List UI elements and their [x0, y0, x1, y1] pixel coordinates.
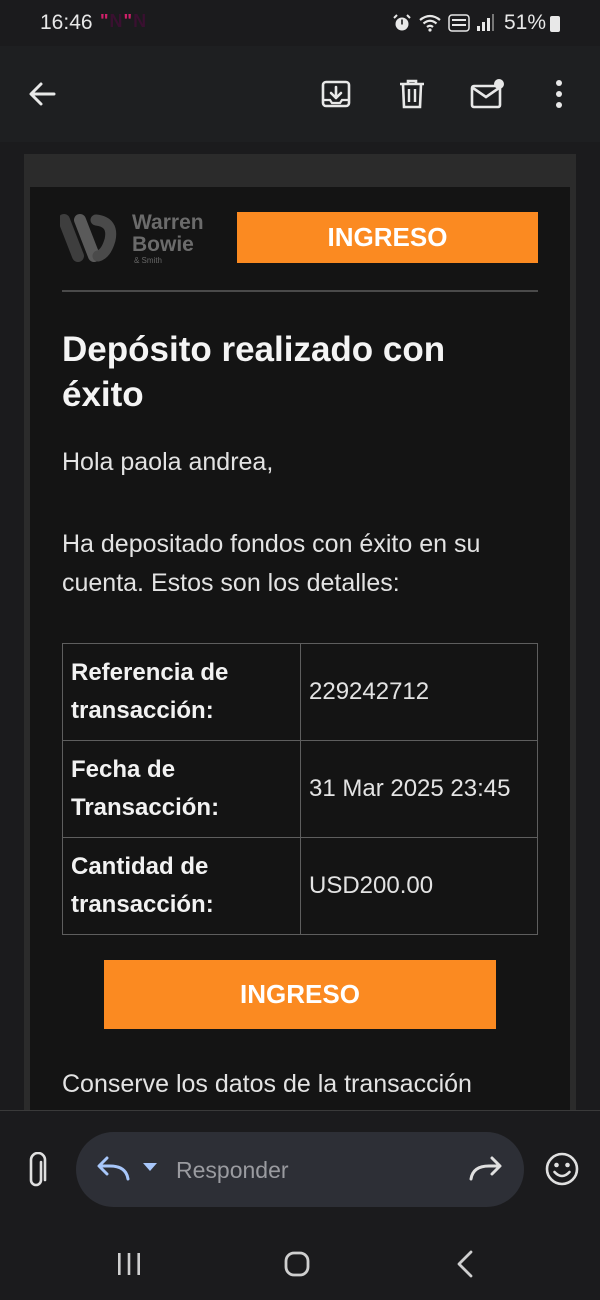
reply-bar — [76, 1132, 524, 1207]
more-vert-icon — [556, 80, 562, 108]
bottom-bar — [0, 1110, 600, 1300]
trash-icon — [400, 79, 424, 109]
logo-line-2: Bowie — [132, 233, 194, 256]
reply-input[interactable] — [176, 1150, 446, 1190]
alarm-icon — [393, 14, 411, 31]
battery-percentage: 51% — [503, 11, 546, 34]
emoji-icon[interactable] — [544, 1151, 580, 1187]
attach-button[interactable] — [18, 1151, 54, 1191]
archive-button[interactable] — [314, 72, 358, 116]
forward-icon[interactable] — [469, 1154, 503, 1184]
intro-text: Ha depositado fondos con éxito en su cue… — [62, 530, 481, 597]
table-row: Fecha de Transacción: 31 Mar 2025 23:45 — [62, 740, 538, 838]
detail-label: Referencia de transacción: — [62, 643, 301, 741]
home-button[interactable] — [272, 1239, 322, 1289]
recents-button[interactable] — [104, 1239, 154, 1289]
back-icon — [457, 1250, 473, 1278]
detail-label: Cantidad de transacción: — [62, 837, 301, 935]
recents-icon — [118, 1253, 140, 1275]
logo-mark-icon — [60, 214, 117, 262]
more-options-button[interactable] — [537, 72, 581, 116]
battery-icon — [550, 16, 560, 32]
ingreso-header-button[interactable]: INGRESO — [237, 212, 538, 263]
home-icon — [284, 1251, 310, 1277]
detail-value: 31 Mar 2025 23:45 — [300, 740, 538, 838]
attach-icon — [29, 1152, 47, 1187]
back-button[interactable] — [20, 72, 64, 116]
company-logo: Warren Bowie & Smith — [60, 211, 220, 265]
detail-label: Fecha de Transacción: — [62, 740, 301, 838]
volte-icon — [448, 14, 470, 32]
table-row: Cantidad de transacción: USD200.00 — [62, 837, 538, 935]
email-title: Depósito realizado con éxito — [62, 330, 446, 414]
nav-back-button[interactable] — [440, 1239, 490, 1289]
email-card: Warren Bowie & Smith INGRESO Depósito re… — [30, 187, 570, 1110]
email-toolbar — [0, 46, 600, 142]
archive-icon — [321, 80, 351, 108]
detail-value: USD200.00 — [300, 837, 538, 935]
wifi-icon — [419, 14, 441, 32]
divider — [62, 290, 538, 292]
back-arrow-icon — [29, 82, 56, 106]
system-nav-bar — [0, 1231, 600, 1300]
table-row: Referencia de transacción: 229242712 — [62, 643, 538, 741]
logo-line-3: & Smith — [134, 256, 163, 265]
signal-icon — [476, 14, 494, 31]
status-time: 16:46 — [40, 11, 93, 34]
logo-line-1: Warren — [132, 211, 204, 234]
notification-icons: "N"N — [100, 11, 148, 31]
transaction-details-table: Referencia de transacción: 229242712 Fec… — [62, 643, 538, 935]
reply-icon[interactable] — [96, 1154, 130, 1184]
status-bar: 16:46 "N"N 51% — [0, 0, 600, 46]
delete-button[interactable] — [390, 72, 434, 116]
outro-text: Conserve los datos de la transacción — [62, 1070, 472, 1098]
detail-value: 229242712 — [300, 643, 538, 741]
dropdown-icon[interactable] — [142, 1162, 158, 1172]
greeting-text: Hola paola andrea, — [62, 448, 274, 476]
ingreso-main-button[interactable]: INGRESO — [104, 960, 496, 1029]
mark-unread-icon — [470, 79, 504, 109]
email-body: Warren Bowie & Smith INGRESO Depósito re… — [0, 142, 600, 1110]
mark-unread-button[interactable] — [465, 72, 509, 116]
